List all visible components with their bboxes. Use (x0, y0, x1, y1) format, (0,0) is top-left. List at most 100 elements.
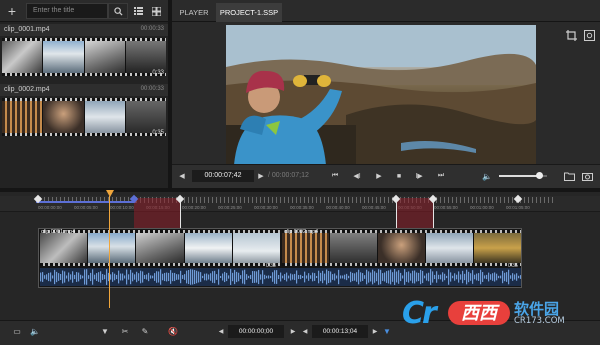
step-back-icon[interactable]: ◀I (350, 170, 364, 182)
go-to-start-icon[interactable]: ⏮ (328, 170, 342, 182)
audio-icon[interactable]: 🔈 (28, 325, 42, 338)
edit-icon[interactable]: ✎ (138, 325, 152, 338)
waveform-bar (498, 275, 500, 279)
video-preview[interactable] (226, 25, 536, 165)
waveform-bar (232, 272, 234, 282)
plus-icon[interactable]: + (2, 2, 22, 20)
camera-icon[interactable] (580, 170, 594, 182)
waveform-bar (374, 271, 376, 283)
clip-end-time: 0:33 (152, 70, 164, 76)
waveform-bar (198, 271, 200, 283)
waveform-bar (162, 273, 164, 281)
waveform-bar (276, 270, 278, 284)
waveform-bar (116, 274, 118, 280)
waveform-bar (258, 269, 260, 285)
mute-icon[interactable]: 🔇 (166, 325, 180, 338)
waveform-bar (428, 272, 430, 282)
waveform-bar (482, 272, 484, 282)
step-forward-icon[interactable]: I▶ (412, 170, 426, 182)
grid-view-icon[interactable] (148, 3, 164, 19)
play-icon[interactable]: ▶ (372, 170, 386, 182)
waveform-bar (288, 275, 290, 279)
waveform-bar (102, 274, 104, 280)
film-icon[interactable]: ▭ (10, 325, 24, 338)
waveform-bar (174, 272, 176, 282)
volume-fill (499, 175, 540, 177)
crop-icon[interactable] (564, 28, 578, 42)
waveform-bar (194, 269, 196, 285)
waveform-bar (278, 274, 280, 280)
library-clip-1[interactable]: clip_0001.mp4 00:00:33 0:33 (0, 24, 168, 84)
waveform-bar (42, 272, 44, 282)
waveform-bar (248, 275, 250, 279)
volume-handle[interactable] (535, 172, 543, 179)
waveform-bar (214, 270, 216, 284)
waveform-bar (280, 272, 282, 282)
stop-icon[interactable]: ■ (392, 170, 406, 182)
waveform-bar (224, 271, 226, 283)
next-time-icon[interactable]: ▶ (256, 170, 266, 182)
waveform-bar (466, 269, 468, 285)
waveform-bar (510, 275, 512, 279)
waveform-bar (442, 272, 444, 282)
selection-start-time[interactable]: 00:00:00;00 (228, 325, 284, 338)
tab-project[interactable]: PROJECT-1.SSP (216, 3, 282, 22)
search-input[interactable]: Enter the title (26, 3, 108, 19)
timeline-clip-1[interactable] (40, 230, 281, 266)
waveform-bar (46, 274, 48, 280)
go-to-end-icon[interactable]: ⏭ (434, 170, 448, 182)
waveform-bar (426, 273, 428, 281)
waveform-bar (328, 270, 330, 284)
volume-icon[interactable]: 🔈 (480, 170, 494, 182)
folder-icon[interactable] (562, 170, 576, 182)
waveform-bar (356, 272, 358, 282)
ruler-tick-label: 00:00:05:00 (74, 205, 98, 210)
playhead[interactable] (109, 196, 110, 308)
waveform-bar (54, 269, 56, 285)
waveform-bar (166, 272, 168, 282)
audio-waveform[interactable] (40, 268, 521, 286)
ruler-tick-label: 00:00:35:00 (290, 205, 314, 210)
prev-time-icon[interactable]: ◀ (176, 170, 188, 182)
waveform-bar (308, 273, 310, 281)
waveform-bar (82, 275, 84, 279)
playhead-handle[interactable] (106, 190, 114, 197)
waveform-bar (420, 269, 422, 285)
list-view-icon[interactable] (130, 3, 146, 19)
cut-icon[interactable]: ✂ (118, 325, 132, 338)
waveform-bar (176, 274, 178, 280)
waveform-bar (450, 272, 452, 282)
waveform-bar (240, 275, 242, 279)
waveform-bar (470, 273, 472, 281)
media-library: clip_0001.mp4 00:00:33 0:33 clip_0002.mp… (0, 22, 168, 190)
thumbnail-frame (426, 233, 473, 263)
selection-end-time[interactable]: 00:00:13;04 (312, 325, 368, 338)
prev-start-icon[interactable]: ◀ (214, 325, 228, 338)
snapshot-icon[interactable] (582, 28, 596, 42)
waveform-bar (172, 272, 174, 282)
library-clip-2[interactable]: clip_0002.mp4 00:00:33 0:35 (0, 84, 168, 144)
waveform-bar (132, 272, 134, 282)
waveform-bar (244, 269, 246, 285)
current-time-field[interactable]: 00:00:07;42 (192, 170, 254, 182)
timeline-clip-2[interactable] (282, 230, 521, 266)
marker-down-icon[interactable]: ▼ (380, 325, 394, 338)
filter-icon[interactable]: ▼ (98, 325, 112, 338)
waveform-bar (408, 271, 410, 283)
waveform-bar (500, 275, 502, 279)
clip-thumbnail-strip (2, 98, 166, 136)
waveform-bar (392, 272, 394, 282)
prev-end-icon[interactable]: ◀ (298, 325, 312, 338)
waveform-bar (136, 271, 138, 283)
watermark-badge: 西西 (448, 301, 510, 325)
waveform-bar (444, 273, 446, 281)
clip-header: clip_0002.mp4 00:00:33 (0, 84, 168, 96)
waveform-bar (84, 269, 86, 285)
waveform-bar (148, 272, 150, 282)
waveform-bar (464, 273, 466, 281)
search-icon[interactable] (108, 3, 128, 19)
waveform-bar (514, 274, 516, 280)
waveform-bar (262, 270, 264, 284)
waveform-bar (416, 272, 418, 282)
tab-player[interactable]: PLAYER (174, 3, 214, 22)
